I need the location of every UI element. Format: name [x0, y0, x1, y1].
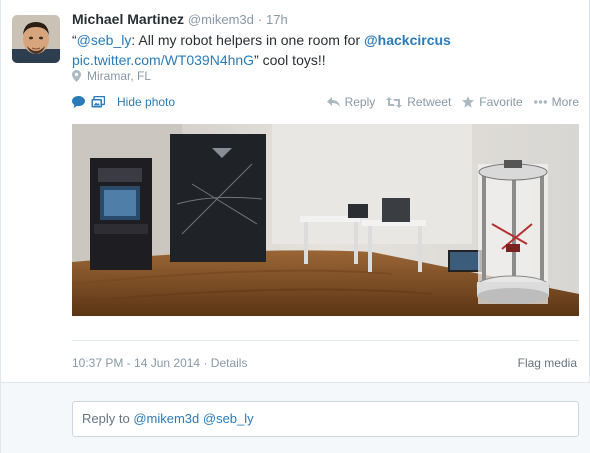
author-avatar[interactable]	[12, 15, 60, 63]
favorite-button[interactable]: Favorite	[462, 95, 523, 109]
header-separator: ·	[257, 12, 263, 27]
tweet-timestamp[interactable]: 10:37 PM - 14 Jun 2014	[72, 356, 200, 370]
hide-photo-link[interactable]: Hide photo	[117, 95, 175, 109]
tweet-divider	[72, 340, 579, 341]
tweet-card: Michael Martinez @mikem3d · 17h “@seb_ly…	[0, 0, 590, 453]
comment-icon[interactable]	[72, 96, 85, 108]
panorama-photo	[72, 124, 579, 316]
retweet-label: Retweet	[407, 95, 452, 109]
favorite-label: Favorite	[479, 95, 523, 109]
ellipsis-icon	[533, 100, 547, 104]
user-avatar	[12, 15, 60, 63]
tweet-header: Michael Martinez @mikem3d · 17h	[72, 11, 288, 27]
reply-mention-2: @seb_ly	[202, 411, 254, 426]
mention-link-2[interactable]: @hackcircus	[364, 32, 451, 48]
retweet-button[interactable]: Retweet	[386, 95, 451, 109]
tweet-text-part1: : All my robot helpers in one room for	[131, 32, 365, 48]
reply-button[interactable]: Reply	[326, 95, 376, 109]
meta-separator: ·	[203, 356, 208, 370]
tweet-photo[interactable]	[72, 124, 579, 316]
tweet-text-part2: ” cool toys!!	[254, 52, 326, 68]
star-icon	[462, 96, 475, 108]
location-label: Miramar, FL	[87, 69, 152, 83]
tweet-action-buttons: Reply Retweet Favorite More	[326, 95, 579, 109]
location-pin-icon	[72, 70, 81, 82]
photo-icon[interactable]	[91, 96, 105, 108]
more-button[interactable]: More	[533, 95, 579, 109]
retweet-icon	[386, 96, 403, 108]
more-label: More	[551, 95, 579, 109]
pic-link[interactable]: pic.twitter.com/WT039N4hnG	[72, 52, 254, 68]
details-link[interactable]: Details	[211, 356, 248, 370]
tweet-time[interactable]: 17h	[266, 12, 288, 27]
tweet-meta: 10:37 PM - 14 Jun 2014 · Details	[72, 356, 247, 370]
tweet-text: “@seb_ly: All my robot helpers in one ro…	[72, 30, 572, 70]
reply-prefix: Reply to	[82, 411, 134, 426]
author-fullname[interactable]: Michael Martinez	[72, 11, 184, 27]
mention-link[interactable]: @seb_ly	[77, 32, 132, 48]
tweet-actions-row: Hide photo Reply Retweet Favorite More	[72, 95, 579, 113]
media-controls: Hide photo	[72, 95, 175, 109]
reply-label: Reply	[344, 95, 376, 109]
reply-area: Reply to @mikem3d @seb_ly	[1, 382, 590, 453]
flag-media-link[interactable]: Flag media	[518, 356, 577, 370]
author-username[interactable]: @mikem3d	[188, 12, 254, 27]
reply-input[interactable]: Reply to @mikem3d @seb_ly	[72, 401, 579, 437]
reply-icon	[326, 97, 340, 107]
reply-mention-1: @mikem3d	[133, 411, 200, 426]
tweet-location[interactable]: Miramar, FL	[72, 69, 151, 83]
